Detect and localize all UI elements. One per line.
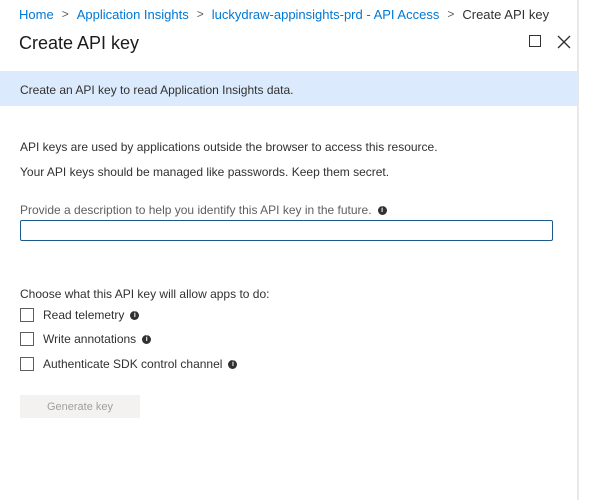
write-annotations-checkbox[interactable] [20,332,34,346]
breadcrumb: Home > Application Insights > luckydraw-… [19,6,549,22]
write-annotations-option[interactable]: Write annotations i [20,332,152,346]
description-input[interactable] [20,220,553,241]
maximize-icon[interactable] [527,33,545,51]
description-label-text: Provide a description to help you identi… [20,203,372,217]
info-text-line-1: API keys are used by applications outsid… [20,140,438,154]
description-label: Provide a description to help you identi… [20,203,387,217]
info-icon[interactable]: i [142,334,152,344]
breadcrumb-home-link[interactable]: Home [19,7,54,22]
read-telemetry-option[interactable]: Read telemetry i [20,308,140,322]
chevron-right-icon: > [196,7,204,21]
write-annotations-label: Write annotations [43,332,137,346]
permissions-heading: Choose what this API key will allow apps… [20,287,270,301]
chevron-right-icon: > [447,7,455,21]
page-title: Create API key [19,33,140,53]
breadcrumb-api-access-link[interactable]: luckydraw-appinsights-prd - API Access [212,7,440,22]
breadcrumb-application-insights-link[interactable]: Application Insights [77,7,189,22]
generate-key-button[interactable]: Generate key [20,395,140,418]
authenticate-sdk-label: Authenticate SDK control channel [43,357,223,371]
close-icon[interactable] [555,33,573,51]
info-banner: Create an API key to read Application In… [0,71,577,106]
info-text-line-2: Your API keys should be managed like pas… [20,165,390,179]
read-telemetry-label: Read telemetry [43,308,125,322]
info-icon[interactable]: i [228,359,238,369]
scrollbar-track[interactable] [579,0,590,500]
authenticate-sdk-option[interactable]: Authenticate SDK control channel i [20,357,238,371]
breadcrumb-current: Create API key [462,6,550,22]
info-icon[interactable]: i [130,310,140,320]
info-icon[interactable]: i [377,205,387,215]
banner-text: Create an API key to read Application In… [20,83,294,97]
authenticate-sdk-checkbox[interactable] [20,357,34,371]
chevron-right-icon: > [61,7,69,21]
read-telemetry-checkbox[interactable] [20,308,34,322]
